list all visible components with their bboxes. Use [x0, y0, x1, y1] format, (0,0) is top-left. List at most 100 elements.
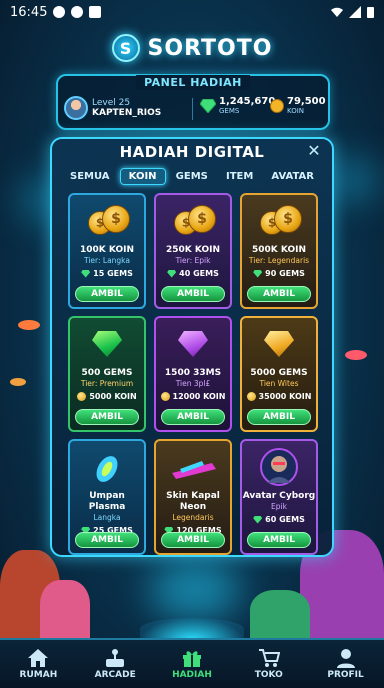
reward-name: 1500 33MS	[164, 368, 222, 378]
gem-icon	[167, 269, 177, 278]
gem-icon	[253, 515, 263, 524]
coin-icon	[77, 392, 87, 401]
claim-button[interactable]: AMBIL	[161, 409, 225, 425]
glow-platform	[140, 618, 244, 640]
gift-icon	[181, 648, 203, 668]
claim-button[interactable]: AMBIL	[75, 532, 139, 548]
claim-button[interactable]: AMBIL	[75, 286, 139, 302]
close-icon[interactable]: ✕	[306, 143, 322, 159]
tab-semua[interactable]: SEMUA	[62, 169, 118, 184]
divider	[192, 98, 193, 120]
tab-gems[interactable]: GEMS	[168, 169, 216, 184]
reward-card[interactable]: Avatar Cyborg Epik 60 GEMS AMBIL	[240, 439, 318, 555]
reward-tier: Epik	[271, 502, 287, 511]
person-icon	[335, 648, 357, 668]
nav-item-profil[interactable]: PROFIL	[311, 648, 381, 680]
bottom-nav: RUMAH ARCADE HADIAH TOKO PROFIL	[0, 638, 384, 688]
username: KAPTEN_RIOS	[92, 108, 162, 118]
purple-gem-icon	[168, 322, 218, 366]
gem-icon	[200, 98, 216, 113]
status-bar: 16:45	[0, 0, 384, 24]
reward-name: 500K KOIN	[252, 245, 306, 255]
avatar[interactable]	[64, 96, 88, 120]
app-name: SORTOTO	[147, 35, 273, 61]
reward-price: 40 GEMS	[167, 268, 219, 279]
gem-icon	[81, 269, 91, 278]
app-logo-icon: S	[111, 34, 140, 62]
nav-item-arcade[interactable]: ARCADE	[80, 648, 150, 680]
price-text: 35000 KOIN	[258, 392, 312, 401]
reward-card[interactable]: $ $ 100K KOIN Tier: Langka 15 GEMS AMBIL	[68, 193, 146, 309]
nav-item-rumah[interactable]: RUMAH	[3, 648, 73, 680]
tab-avatar[interactable]: AVATAR	[263, 169, 322, 184]
reward-tier: Tier: Legendaris	[248, 256, 310, 265]
dialog-title: HADIAH DIGITAL	[119, 143, 265, 161]
reward-tier: Tien 3pl£	[175, 379, 211, 388]
reward-card[interactable]: Skin Kapal Neon Legendaris 120 GEMS AMBIL	[154, 439, 232, 555]
whatsapp-icon	[53, 6, 66, 18]
nav-label: ARCADE	[94, 670, 136, 680]
reward-price: 35000 KOIN	[246, 391, 312, 402]
reward-price: 15 GEMS	[81, 268, 133, 279]
reward-tier: Tier: Langka	[83, 256, 130, 265]
claim-button[interactable]: AMBIL	[247, 409, 311, 425]
reward-card[interactable]: 500 GEMS Tier: Premium 5000 KOIN AMBIL	[68, 316, 146, 432]
reward-name: 250K KOIN	[166, 245, 220, 255]
gems-balance: 1,245,670 GEMS	[200, 96, 275, 115]
coin-icon	[270, 98, 284, 113]
reward-tier: Legendaris	[172, 513, 214, 522]
tab-item[interactable]: ITEM	[218, 169, 261, 184]
cart-icon	[258, 648, 281, 668]
reward-card[interactable]: 1500 33MS Tien 3pl£ 12000 KOIN AMBIL	[154, 316, 232, 432]
reward-panel: PANEL HADIAH Level 25 KAPTEN_RIOS 1,245,…	[56, 74, 330, 130]
digital-reward-dialog: HADIAH DIGITAL ✕ SEMUA KOIN GEMS ITEM AV…	[50, 137, 334, 557]
gems-value: 1,245,670	[219, 96, 276, 107]
reward-price: 5000 KOIN	[77, 391, 137, 402]
wifi-icon	[331, 7, 343, 17]
status-time: 16:45	[10, 4, 48, 20]
nav-item-toko[interactable]: TOKO	[234, 648, 304, 680]
tab-koin[interactable]: KOIN	[119, 167, 166, 185]
reward-name: Skin Kapal Neon	[166, 491, 220, 512]
reward-tier: Tien Wites	[259, 379, 299, 388]
nav-label: RUMAH	[19, 670, 58, 680]
coin-stack-icon: $ $	[168, 199, 218, 243]
nav-label: PROFIL	[327, 670, 364, 680]
coin-icon	[246, 392, 256, 401]
claim-button[interactable]: AMBIL	[247, 286, 311, 302]
reward-name: 5000 GEMS	[250, 368, 308, 378]
reward-name: Umpan Plasma	[88, 491, 126, 512]
nav-item-hadiah[interactable]: HADIAH	[157, 648, 227, 680]
coin-value: 79,500	[287, 96, 326, 107]
coin-balance: 79,500 KOIN	[270, 96, 326, 115]
category-tabs: SEMUA KOIN GEMS ITEM AVATAR	[62, 166, 322, 186]
coin-icon	[160, 392, 170, 401]
user-level: Level 25	[92, 98, 131, 108]
plasma-bait-icon	[82, 445, 132, 489]
app-header: S SORTOTO	[0, 30, 384, 66]
price-text: 5000 KOIN	[89, 392, 137, 401]
reward-tier: Tier: Premium	[80, 379, 134, 388]
gems-label: GEMS	[219, 107, 240, 115]
coin-stack-icon: $ $	[82, 199, 132, 243]
user-info[interactable]: Level 25 KAPTEN_RIOS	[64, 96, 161, 120]
arcade-icon	[104, 648, 126, 668]
reward-card[interactable]: $ $ 500K KOIN Tier: Legendaris 90 GEMS AMBIL	[240, 193, 318, 309]
reward-card[interactable]: 5000 GEMS Tien Wites 35000 KOIN AMBIL	[240, 316, 318, 432]
claim-button[interactable]: AMBIL	[75, 409, 139, 425]
price-text: 15 GEMS	[93, 269, 133, 278]
claim-button[interactable]: AMBIL	[247, 532, 311, 548]
green-gem-icon	[82, 322, 132, 366]
battery-icon	[367, 7, 374, 18]
claim-button[interactable]: AMBIL	[161, 286, 225, 302]
gem-icon	[253, 269, 263, 278]
reward-card[interactable]: $ $ 250K KOIN Tier: Epik 40 GEMS AMBIL	[154, 193, 232, 309]
reward-price: 60 GEMS	[253, 514, 305, 525]
panel-title: PANEL HADIAH	[136, 75, 250, 90]
claim-button[interactable]: AMBIL	[161, 532, 225, 548]
price-text: 12000 KOIN	[172, 392, 226, 401]
nav-label: TOKO	[254, 670, 283, 680]
cyborg-avatar-icon	[254, 445, 304, 489]
reward-card[interactable]: Umpan Plasma Langka 25 GEMS AMBIL	[68, 439, 146, 555]
reward-tier: Langka	[93, 513, 121, 522]
